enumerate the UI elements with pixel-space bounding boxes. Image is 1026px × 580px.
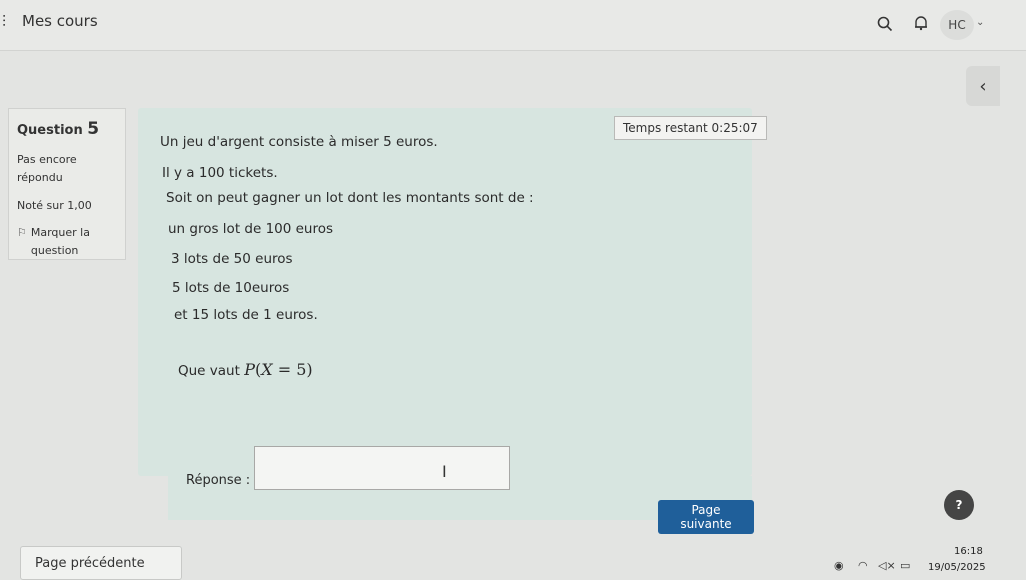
wifi-icon[interactable]: ◠ — [858, 559, 868, 572]
question-title: Question 5 — [17, 119, 117, 139]
question-number: 5 — [87, 119, 100, 139]
answer-input[interactable] — [254, 446, 510, 490]
system-taskbar — [0, 545, 1026, 576]
math-variable: X — [261, 360, 273, 379]
question-grade: Noté sur 1,00 — [17, 199, 92, 212]
menu-icon[interactable]: ⫶ — [2, 12, 6, 32]
user-avatar[interactable]: HC — [940, 10, 974, 40]
answer-label: Réponse : — [186, 473, 251, 488]
search-icon-svg — [877, 16, 893, 32]
time-remaining: Temps restant 0:25:07 — [614, 116, 767, 140]
search-icon[interactable] — [876, 15, 894, 33]
question-line: 5 lots de 10euros — [172, 280, 290, 296]
question-line: Il y a 100 tickets. — [162, 165, 278, 181]
question-line: Soit on peut gagner un lot dont les mont… — [166, 190, 534, 206]
math-expression: P(X = 5) — [244, 360, 313, 379]
flag-question-link[interactable]: ⚐ Marquer la question — [17, 224, 117, 260]
flag-question-label: Marquer la question — [30, 226, 90, 257]
question-status: Pas encore répondu — [17, 153, 77, 184]
math-function: P — [244, 360, 255, 379]
help-button[interactable]: ? — [944, 490, 974, 520]
question-info-panel: Question 5 Pas encore répondu Noté sur 1… — [8, 108, 126, 260]
math-value: 5 — [296, 360, 307, 379]
battery-icon[interactable]: ▭ — [900, 559, 910, 572]
site-title[interactable]: Mes cours — [22, 12, 98, 30]
question-prompt: Que vaut P(X = 5) — [178, 360, 313, 379]
chrome-icon[interactable]: ◉ — [834, 559, 844, 572]
chevron-left-icon[interactable]: ‹ — [966, 66, 1000, 106]
system-time: 16:18 — [954, 546, 983, 557]
bell-icon[interactable] — [912, 14, 930, 32]
question-label: Question — [17, 123, 83, 138]
bell-icon-svg — [915, 16, 927, 31]
volume-muted-icon[interactable]: ◁× — [878, 559, 896, 572]
top-navbar: ⫶ Mes cours HC ⌄ — [0, 0, 1026, 51]
question-line: et 15 lots de 1 euros. — [174, 307, 318, 323]
question-line: un gros lot de 100 euros — [168, 221, 334, 237]
question-line: Un jeu d'argent consiste à miser 5 euros… — [160, 134, 438, 150]
question-prompt-text: Que vaut — [178, 363, 240, 379]
next-page-button[interactable]: Page suivante — [658, 500, 754, 534]
system-date: 19/05/2025 — [928, 562, 986, 573]
question-line: 3 lots de 50 euros — [171, 251, 293, 267]
chevron-down-icon[interactable]: ⌄ — [976, 17, 984, 28]
math-operator: = — [277, 360, 292, 379]
flag-icon: ⚐ — [17, 226, 27, 239]
